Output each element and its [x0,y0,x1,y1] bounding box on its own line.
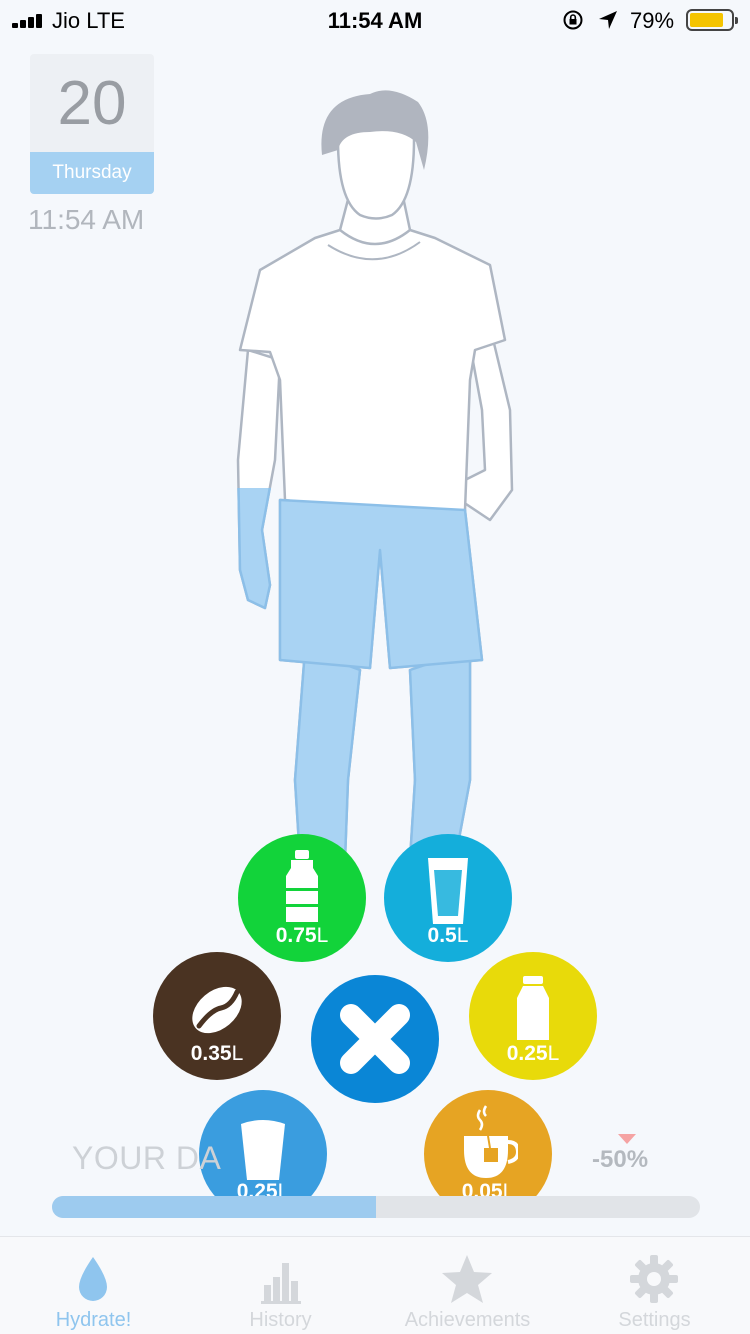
date-time: 11:54 AM [28,204,145,235]
tab-settings[interactable]: Settings [561,1237,748,1334]
water-drop-icon [79,1257,107,1301]
daily-goal-label: YOUR DA [72,1140,222,1176]
date-day: 20 [57,69,127,138]
close-menu-button[interactable] [311,975,439,1103]
drink-amount: 0.5L [427,924,469,947]
close-icon [340,1004,410,1074]
add-water-bottle-button[interactable]: 0.75L [238,834,366,962]
drink-amount: 0.35L [190,1042,244,1065]
change-down-indicator [618,1134,636,1144]
daily-goal-change: -50% [592,1146,649,1173]
tab-bar: Hydrate! History Achievements Settings [0,1236,750,1334]
rotation-lock-icon [563,10,583,30]
tab-label: Hydrate! [55,1309,132,1331]
bar-chart-icon [261,1263,301,1304]
add-water-glass-button[interactable]: 0.5L [384,834,512,962]
battery-icon [686,9,738,31]
coffee-bean-icon [192,986,242,1034]
hydration-body-figure [236,90,514,860]
progress-fill [52,1196,376,1218]
battery-percent: 79% [630,8,675,33]
location-arrow-icon [599,11,617,29]
tab-hydrate[interactable]: Hydrate! [0,1237,187,1334]
tab-label: Achievements [404,1309,531,1331]
bottle-icon [286,850,318,922]
drink-amount: 0.75L [275,924,329,947]
tea-cup-icon [464,1105,518,1178]
status-bar: Jio LTE 11:54 AM 79% [0,0,750,40]
date-weekday: Thursday [30,152,154,194]
cup-icon [241,1120,285,1180]
tab-history[interactable]: History [187,1237,374,1334]
date-card: 20 Thursday [30,54,154,194]
add-coffee-button[interactable]: 0.35L [153,952,281,1080]
glass-icon [428,858,468,924]
drink-amount: 0.25L [506,1042,560,1065]
gear-icon [630,1255,678,1303]
star-icon [442,1255,492,1303]
tab-label: History [249,1309,312,1331]
daily-goal-progress-bar [52,1196,700,1218]
tab-achievements[interactable]: Achievements [374,1237,561,1334]
add-milk-button[interactable]: 0.25L [469,952,597,1080]
milk-bottle-icon [517,976,549,1040]
tab-label: Settings [618,1309,691,1331]
